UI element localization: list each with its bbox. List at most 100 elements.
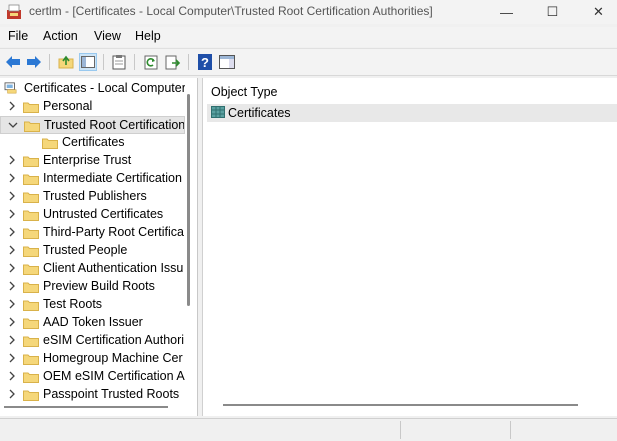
list-item[interactable]: Certificates — [207, 104, 617, 122]
maximize-button[interactable]: ☐ — [530, 0, 575, 24]
chevron-right-icon[interactable] — [7, 389, 17, 401]
tree-item-label: Certificates — [62, 135, 125, 149]
folder-icon — [23, 335, 39, 347]
back-arrow-icon[interactable] — [4, 53, 22, 71]
menu-help[interactable]: Help — [135, 29, 161, 43]
tree-item-label: Passpoint Trusted Roots — [43, 387, 180, 401]
folder-icon — [23, 317, 39, 329]
content-horizontal-scrollbar[interactable] — [223, 404, 578, 406]
tree-child-item[interactable]: Certificates — [0, 134, 185, 152]
forward-arrow-icon[interactable] — [25, 53, 43, 71]
status-divider — [510, 421, 511, 439]
chevron-right-icon[interactable] — [7, 335, 17, 347]
tree-item-label: Third-Party Root Certifica — [43, 225, 185, 239]
folder-icon — [23, 353, 39, 365]
tree-item[interactable]: OEM eSIM Certification Au — [0, 368, 185, 386]
folder-icon — [24, 120, 40, 132]
column-header-object-type[interactable]: Object Type — [211, 85, 277, 99]
menu-bar: File Action View Help — [0, 27, 617, 47]
tree-item-label: OEM eSIM Certification Au — [43, 369, 185, 383]
tree-item-label: Preview Build Roots — [43, 279, 155, 293]
tree-horizontal-scrollbar[interactable] — [4, 406, 168, 408]
tree-item[interactable]: AAD Token Issuer — [0, 314, 185, 332]
chevron-right-icon[interactable] — [7, 299, 17, 311]
tree-item-label: Trusted Publishers — [43, 189, 147, 203]
folder-icon — [23, 227, 39, 239]
tree-item[interactable]: Trusted Root Certification — [0, 116, 185, 134]
folder-icon — [23, 389, 39, 401]
folder-icon — [23, 173, 39, 185]
tree-item-label: Intermediate Certification — [43, 171, 182, 185]
tree-item[interactable]: Homegroup Machine Cer — [0, 350, 185, 368]
chevron-right-icon[interactable] — [7, 227, 17, 239]
tree-item[interactable]: Personal — [0, 98, 185, 116]
tree-item[interactable]: Client Authentication Issu — [0, 260, 185, 278]
folder-icon — [23, 155, 39, 167]
chevron-right-icon[interactable] — [7, 317, 17, 329]
chevron-right-icon[interactable] — [7, 173, 17, 185]
tree-item[interactable]: Trusted Publishers — [0, 188, 185, 206]
tree-item-label: eSIM Certification Authori — [43, 333, 185, 347]
tree-item[interactable]: Intermediate Certification — [0, 170, 185, 188]
folder-icon — [23, 101, 39, 113]
refresh-icon[interactable] — [142, 53, 160, 71]
chevron-right-icon[interactable] — [7, 209, 17, 221]
folder-icon — [23, 263, 39, 275]
tree-vertical-scrollbar[interactable] — [187, 94, 190, 306]
help-icon[interactable]: ? — [196, 53, 214, 71]
chevron-down-icon[interactable] — [8, 120, 18, 132]
tree-item-label: Trusted People — [43, 243, 128, 257]
tree-root[interactable]: Certificates - Local Computer — [0, 80, 185, 98]
toolbar-separator — [49, 54, 50, 70]
tree-item-label: Test Roots — [43, 297, 103, 311]
toolbar-separator — [103, 54, 104, 70]
folder-icon — [23, 245, 39, 257]
tree-item[interactable]: Test Roots — [0, 296, 185, 314]
toolbar: ? — [0, 48, 617, 76]
chevron-right-icon[interactable] — [7, 371, 17, 383]
help-icon-glyph: ? — [201, 55, 209, 70]
tree-item-label: Untrusted Certificates — [43, 207, 164, 221]
title-bar: certlm - [Certificates - Local Computer\… — [0, 0, 617, 24]
menu-file[interactable]: File — [8, 29, 28, 43]
properties-pane-icon[interactable] — [218, 53, 236, 71]
chevron-right-icon[interactable] — [7, 353, 17, 365]
chevron-right-icon[interactable] — [7, 263, 17, 275]
menu-action[interactable]: Action — [43, 29, 78, 43]
tree-item-label: Homegroup Machine Cer — [43, 351, 183, 365]
content-pane[interactable]: Object Type Certificates — [202, 78, 617, 416]
status-bar — [0, 418, 617, 441]
tree-item[interactable]: Preview Build Roots — [0, 278, 185, 296]
list-item-label: Certificates — [228, 106, 291, 120]
tree-item[interactable]: Third-Party Root Certifica — [0, 224, 185, 242]
folder-icon — [23, 371, 39, 383]
tree-item-label: AAD Token Issuer — [43, 315, 143, 329]
export-list-icon[interactable] — [164, 53, 182, 71]
tree-item-label: Personal — [43, 99, 93, 113]
toolbar-separator — [134, 54, 135, 70]
status-divider — [400, 421, 401, 439]
tree-item[interactable]: Untrusted Certificates — [0, 206, 185, 224]
tree-item-label: Enterprise Trust — [43, 153, 132, 167]
chevron-right-icon[interactable] — [7, 281, 17, 293]
chevron-right-icon[interactable] — [7, 245, 17, 257]
tree-item[interactable]: eSIM Certification Authori — [0, 332, 185, 350]
close-button[interactable]: ✕ — [576, 0, 617, 24]
chevron-right-icon[interactable] — [7, 155, 17, 167]
toolbar-separator — [188, 54, 189, 70]
tree-item-label: Client Authentication Issu — [43, 261, 184, 275]
tree-root-label: Certificates - Local Computer — [24, 81, 185, 95]
tree-item[interactable]: Trusted People — [0, 242, 185, 260]
up-folder-icon[interactable] — [57, 53, 75, 71]
chevron-right-icon[interactable] — [7, 191, 17, 203]
folder-icon — [23, 191, 39, 203]
clipboard-icon[interactable] — [110, 53, 128, 71]
chevron-right-icon[interactable] — [7, 101, 17, 113]
tree-item[interactable]: Enterprise Trust — [0, 152, 185, 170]
folder-icon — [23, 281, 39, 293]
show-hide-tree-icon[interactable] — [79, 53, 97, 71]
tree-pane[interactable]: Certificates - Local Computer Personal Tr… — [0, 78, 198, 416]
menu-view[interactable]: View — [94, 29, 121, 43]
minimize-button[interactable]: — — [484, 0, 529, 24]
tree-item[interactable]: Passpoint Trusted Roots — [0, 386, 185, 404]
